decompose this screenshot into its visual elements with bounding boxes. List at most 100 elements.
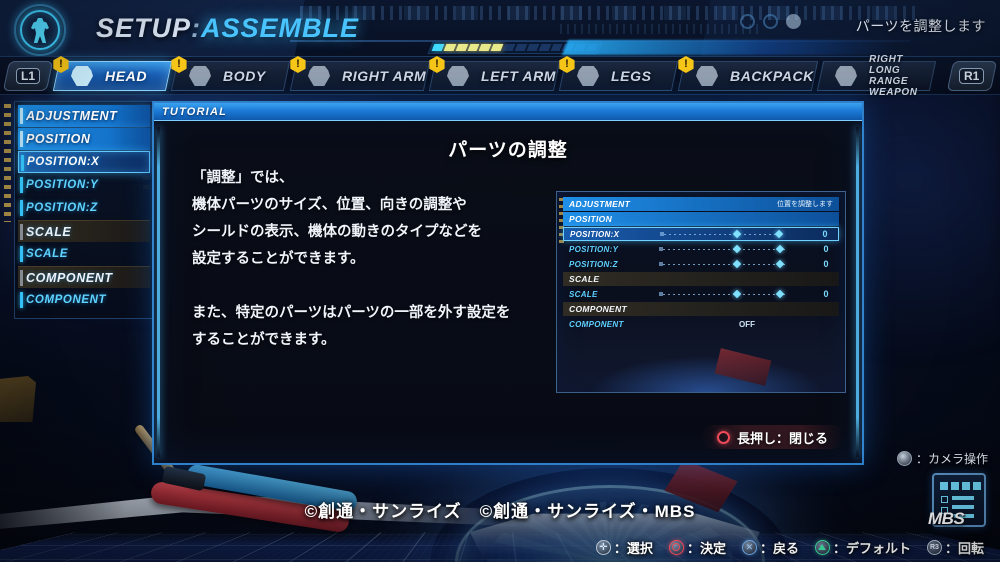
sidebar-item-position-z[interactable]: POSITION:Z — [18, 197, 150, 219]
triangle-button-icon — [815, 540, 830, 555]
hint-select-label: ：選択 — [614, 538, 653, 557]
top-header-bar: SETUP:ASSEMBLE パーツを調整します — [0, 0, 1000, 57]
row-marker-icon — [20, 224, 23, 240]
preview-group-component: COMPONENT — [563, 302, 839, 316]
sidebar-item-position-x[interactable]: POSITION:X — [18, 151, 150, 173]
row-marker-icon — [20, 131, 23, 147]
tutorial-dialog: TUTORIAL パーツの調整 「調整」では、 機体パーツのサイズ、位置、向きの… — [152, 101, 864, 465]
tab-right-long-range-weapon[interactable]: RIGHT LONG RANGE WEAPON — [816, 61, 936, 91]
close-hint-button[interactable]: 長押し：閉じる — [701, 425, 844, 449]
preview-row-hint: 位置を調整します — [777, 199, 839, 209]
hint-rotate-label: ：回転 — [945, 538, 984, 557]
preview-row-position-x: POSITION:X 0 — [563, 227, 839, 241]
copyright-text: ©創通・サンライズ ©創通・サンライズ・MBS — [0, 497, 1000, 522]
l1-shoulder-button[interactable]: L1 — [3, 61, 53, 91]
hint-confirm: ：決定 — [669, 538, 726, 557]
sidebar-item-label: POSITION — [26, 132, 91, 146]
preview-row-position: POSITION — [563, 212, 839, 226]
tab-body[interactable]: ! BODY — [171, 61, 291, 91]
hint-back: ✕ ：戻る — [742, 538, 799, 557]
right-long-range-weapon-icon — [831, 65, 861, 87]
sidebar-item-label: ADJUSTMENT — [26, 109, 117, 123]
sidebar-item-position-y[interactable]: POSITION:Y — [18, 174, 150, 196]
preview-row-label: SCALE — [563, 290, 655, 299]
hint-rotate: R3 ：回転 — [927, 538, 984, 557]
background-crate — [0, 376, 36, 422]
sidebar-item-label: POSITION:Y — [26, 179, 98, 191]
head-part-icon — [67, 65, 97, 87]
page-title-main: SETUP — [96, 13, 191, 43]
sidemenu-rail-left — [4, 104, 11, 222]
row-marker-icon — [20, 246, 23, 262]
hint-select: ：選択 — [596, 538, 653, 557]
row-marker-icon — [20, 200, 23, 216]
preview-slider — [655, 287, 813, 301]
header-status-icons — [740, 14, 801, 29]
tab-right-long-range-weapon-label: RIGHT LONG RANGE WEAPON — [869, 54, 929, 98]
preview-group-label: COMPONENT — [563, 304, 655, 314]
hint-default: ：デフォルト — [815, 538, 911, 557]
sidebar-group-label: COMPONENT — [26, 271, 113, 285]
tab-right-arm[interactable]: ! RIGHT ARM — [290, 61, 431, 91]
right-arm-part-icon — [304, 65, 334, 87]
sidebar-group-component: COMPONENT — [18, 266, 150, 288]
tutorial-preview-image: ADJUSTMENT 位置を調整します POSITION POSITION:X … — [556, 191, 846, 393]
tab-left-arm-label: LEFT ARM — [481, 68, 556, 84]
page-title-sub: ASSEMBLE — [201, 13, 359, 43]
sidebar-item-label: COMPONENT — [26, 294, 106, 306]
preview-slider — [655, 257, 813, 271]
sidebar-item-component[interactable]: COMPONENT — [18, 289, 150, 311]
preview-slider — [656, 227, 812, 241]
page-title: SETUP:ASSEMBLE — [96, 12, 359, 44]
tab-backpack-label: BACKPACK — [730, 68, 814, 84]
preview-row-position-y: POSITION:Y 0 — [563, 242, 839, 256]
adjustment-sidemenu: ADJUSTMENT POSITION POSITION:X POSITION:… — [14, 101, 154, 319]
preview-row-label: POSITION:X — [564, 230, 656, 239]
hint-back-label: ：戻る — [760, 538, 799, 557]
r1-shoulder-label: R1 — [959, 68, 984, 84]
tab-left-arm[interactable]: ! LEFT ARM — [429, 61, 560, 91]
tab-body-label: BODY — [223, 68, 266, 84]
sidebar-item-adjustment[interactable]: ADJUSTMENT — [18, 105, 150, 127]
tab-legs[interactable]: ! LEGS — [559, 61, 679, 91]
header-decor-ticks — [300, 6, 920, 20]
bottom-control-hints: ：選択 ：決定 ✕ ：戻る ：デフォルト R3 ：回転 — [0, 536, 1000, 558]
preview-group-label: SCALE — [563, 274, 655, 284]
tab-head[interactable]: ! HEAD — [53, 61, 173, 91]
energy-bar-glow — [562, 40, 898, 55]
legs-part-icon — [573, 65, 603, 87]
tab-backpack[interactable]: ! BACKPACK — [677, 61, 817, 91]
preview-row-label: ADJUSTMENT — [563, 199, 655, 209]
r1-shoulder-button[interactable]: R1 — [947, 61, 997, 91]
preview-row-value: 0 — [813, 259, 839, 269]
sidebar-item-position[interactable]: POSITION — [18, 128, 150, 150]
backpack-part-icon — [692, 65, 722, 87]
preview-row-adjustment: ADJUSTMENT 位置を調整します — [563, 197, 839, 211]
close-hint-label: 長押し：閉じる — [737, 428, 828, 447]
sidebar-item-label: POSITION:Z — [26, 202, 98, 214]
sidebar-group-scale: SCALE — [18, 220, 150, 242]
r3-stick-icon: R3 — [927, 540, 942, 555]
game-screen: SETUP:ASSEMBLE パーツを調整します L1 ! HEAD ! BOD… — [0, 0, 1000, 562]
preview-menu: ADJUSTMENT 位置を調整します POSITION POSITION:X … — [563, 197, 839, 332]
left-arm-part-icon — [443, 65, 473, 87]
tutorial-dialog-title-label: TUTORIAL — [162, 106, 227, 118]
hint-default-label: ：デフォルト — [833, 538, 911, 557]
row-marker-icon — [20, 292, 23, 308]
sidebar-item-scale[interactable]: SCALE — [18, 243, 150, 265]
preview-row-position-z: POSITION:Z 0 — [563, 257, 839, 271]
preview-row-label: POSITION:Z — [563, 260, 655, 269]
sidebar-item-label: POSITION:X — [27, 156, 99, 168]
camera-control-hint: ：カメラ操作 — [897, 450, 988, 467]
dpad-icon — [596, 540, 611, 555]
cross-button-icon: ✕ — [742, 540, 757, 555]
tab-right-arm-label: RIGHT ARM — [342, 68, 426, 84]
mech-emblem-icon — [10, 2, 70, 56]
dialog-edge-left — [157, 127, 160, 457]
sidebar-group-label: SCALE — [26, 225, 71, 239]
header-hint-text: パーツを調整します — [856, 16, 986, 36]
page-title-separator: : — [191, 13, 201, 43]
header-decor-ticks-2 — [560, 24, 760, 34]
preview-group-scale: SCALE — [563, 272, 839, 286]
part-tab-strip: L1 ! HEAD ! BODY ! RIGHT ARM ! LEFT ARM … — [0, 57, 1000, 95]
